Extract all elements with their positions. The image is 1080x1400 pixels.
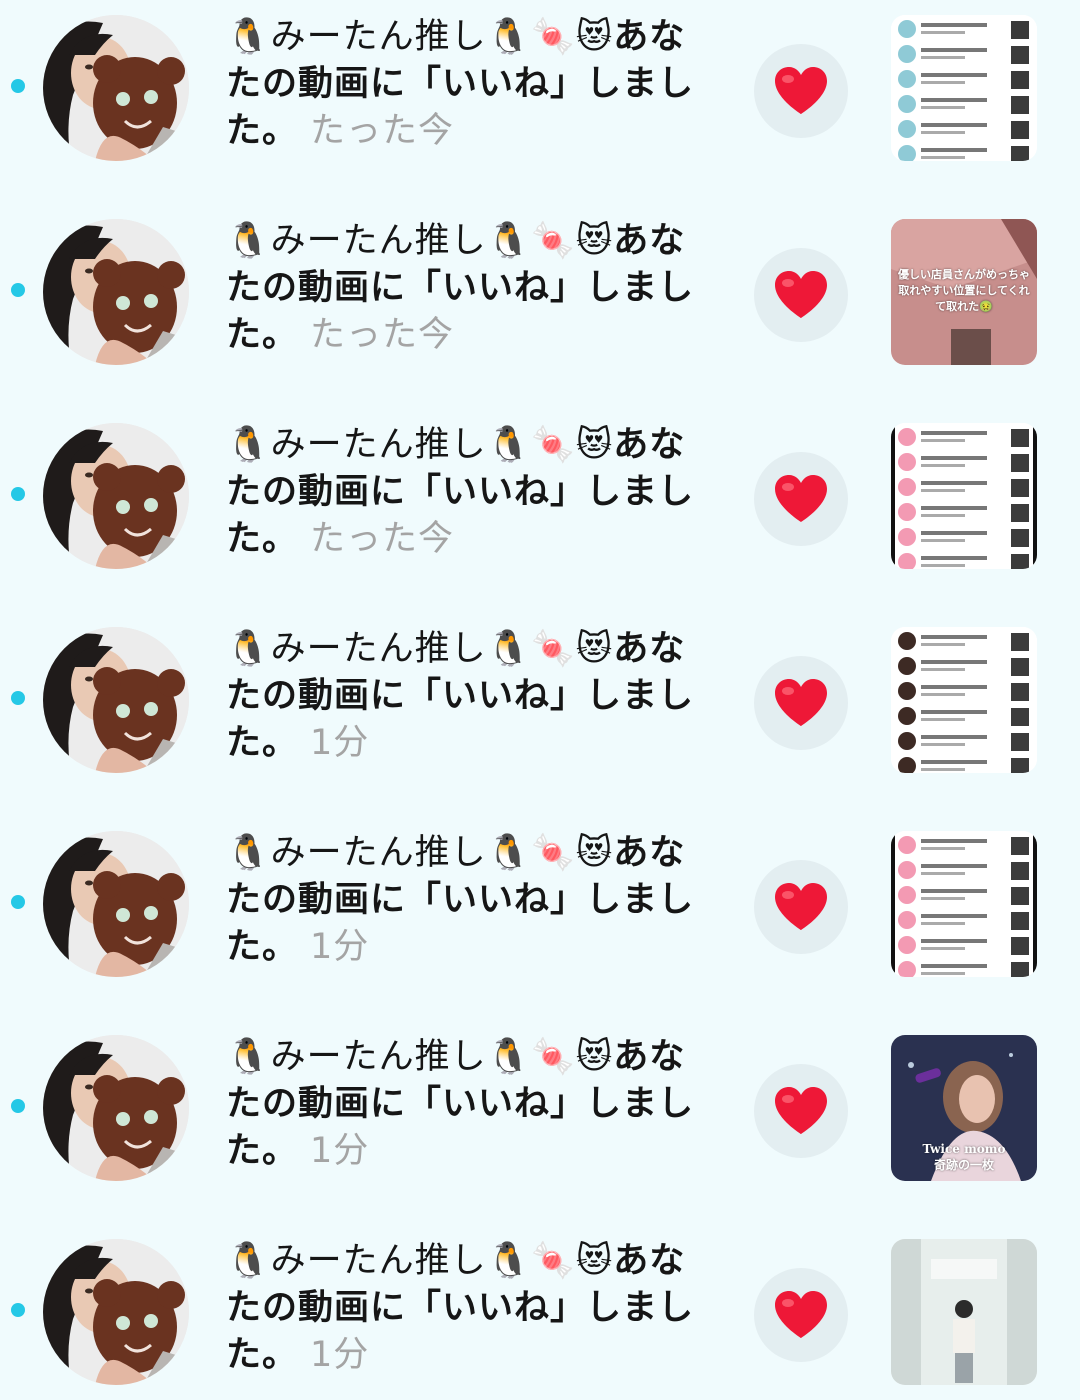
notification-time: たった今 — [310, 111, 455, 151]
like-button[interactable] — [754, 1064, 848, 1158]
username[interactable]: 🐧みーたん推し🐧🍬😻 — [226, 425, 613, 465]
video-thumbnail[interactable]: Twice momo 奇跡の一枚 — [891, 1035, 1037, 1181]
avatar[interactable] — [43, 1035, 189, 1181]
notification-list: 🐧みーたん推し🐧🍬😻あなたの動画に「いいね」しました。 たった今 🐧みーたん推し… — [0, 0, 1080, 1400]
unread-dot — [11, 1303, 25, 1317]
like-button[interactable] — [754, 860, 848, 954]
notification-time: 1分 — [310, 723, 370, 763]
heart-icon — [775, 1087, 827, 1134]
username[interactable]: 🐧みーたん推し🐧🍬😻 — [226, 1037, 613, 1077]
video-thumbnail[interactable]: 優しい店員さんがめっちゃ取れやすい位置にしてくれて取れた🤢 — [891, 219, 1037, 365]
notification-row[interactable]: 🐧みーたん推し🐧🍬😻あなたの動画に「いいね」しました。 1分 — [0, 1224, 1080, 1400]
heart-icon — [775, 679, 827, 726]
like-button[interactable] — [754, 44, 848, 138]
notification-time: 1分 — [310, 1335, 370, 1375]
notification-row[interactable]: 🐧みーたん推し🐧🍬😻あなたの動画に「いいね」しました。 1分 — [0, 816, 1080, 1020]
heart-icon — [775, 271, 827, 318]
avatar[interactable] — [43, 219, 189, 365]
notification-text: 🐧みーたん推し🐧🍬😻あなたの動画に「いいね」しました。 たった今 — [226, 14, 716, 155]
notification-text: 🐧みーたん推し🐧🍬😻あなたの動画に「いいね」しました。 1分 — [226, 1238, 716, 1379]
notification-text: 🐧みーたん推し🐧🍬😻あなたの動画に「いいね」しました。 1分 — [226, 626, 716, 767]
notification-row[interactable]: 🐧みーたん推し🐧🍬😻あなたの動画に「いいね」しました。 たった今 — [0, 408, 1080, 612]
notification-time: たった今 — [310, 315, 455, 355]
notification-row[interactable]: 🐧みーたん推し🐧🍬😻あなたの動画に「いいね」しました。 1分 Twice momo… — [0, 1020, 1080, 1224]
avatar[interactable] — [43, 627, 189, 773]
thumbnail-caption: 優しい店員さんがめっちゃ取れやすい位置にしてくれて取れた🤢 — [898, 268, 1030, 313]
avatar[interactable] — [43, 423, 189, 569]
unread-dot — [11, 487, 25, 501]
unread-dot — [11, 895, 25, 909]
avatar[interactable] — [43, 15, 189, 161]
video-thumbnail[interactable] — [891, 831, 1037, 977]
unread-dot — [11, 283, 25, 297]
notification-text: 🐧みーたん推し🐧🍬😻あなたの動画に「いいね」しました。 たった今 — [226, 422, 716, 563]
avatar[interactable] — [43, 1239, 189, 1385]
like-button[interactable] — [754, 1268, 848, 1362]
username[interactable]: 🐧みーたん推し🐧🍬😻 — [226, 629, 613, 669]
username[interactable]: 🐧みーたん推し🐧🍬😻 — [226, 17, 613, 57]
unread-dot — [11, 79, 25, 93]
unread-dot — [11, 691, 25, 705]
username[interactable]: 🐧みーたん推し🐧🍬😻 — [226, 1241, 613, 1281]
notification-row[interactable]: 🐧みーたん推し🐧🍬😻あなたの動画に「いいね」しました。 たった今 優しい店員さんが… — [0, 204, 1080, 408]
video-thumbnail[interactable] — [891, 423, 1037, 569]
notification-time: 1分 — [310, 927, 370, 967]
thumbnail-caption: Twice momo 奇跡の一枚 — [922, 1142, 1006, 1172]
like-button[interactable] — [754, 656, 848, 750]
username[interactable]: 🐧みーたん推し🐧🍬😻 — [226, 221, 613, 261]
video-thumbnail[interactable] — [891, 1239, 1037, 1385]
unread-dot — [11, 1099, 25, 1113]
video-thumbnail[interactable] — [891, 627, 1037, 773]
video-thumbnail[interactable] — [891, 15, 1037, 161]
like-button[interactable] — [754, 248, 848, 342]
notification-time: 1分 — [310, 1131, 370, 1171]
notification-text: 🐧みーたん推し🐧🍬😻あなたの動画に「いいね」しました。 1分 — [226, 1034, 716, 1175]
notification-row[interactable]: 🐧みーたん推し🐧🍬😻あなたの動画に「いいね」しました。 たった今 — [0, 0, 1080, 204]
heart-icon — [775, 1291, 827, 1338]
like-button[interactable] — [754, 452, 848, 546]
heart-icon — [775, 475, 827, 522]
notification-text: 🐧みーたん推し🐧🍬😻あなたの動画に「いいね」しました。 たった今 — [226, 218, 716, 359]
username[interactable]: 🐧みーたん推し🐧🍬😻 — [226, 833, 613, 873]
notification-time: たった今 — [310, 519, 455, 559]
notification-text: 🐧みーたん推し🐧🍬😻あなたの動画に「いいね」しました。 1分 — [226, 830, 716, 971]
heart-icon — [775, 67, 827, 114]
heart-icon — [775, 883, 827, 930]
notification-row[interactable]: 🐧みーたん推し🐧🍬😻あなたの動画に「いいね」しました。 1分 — [0, 612, 1080, 816]
avatar[interactable] — [43, 831, 189, 977]
